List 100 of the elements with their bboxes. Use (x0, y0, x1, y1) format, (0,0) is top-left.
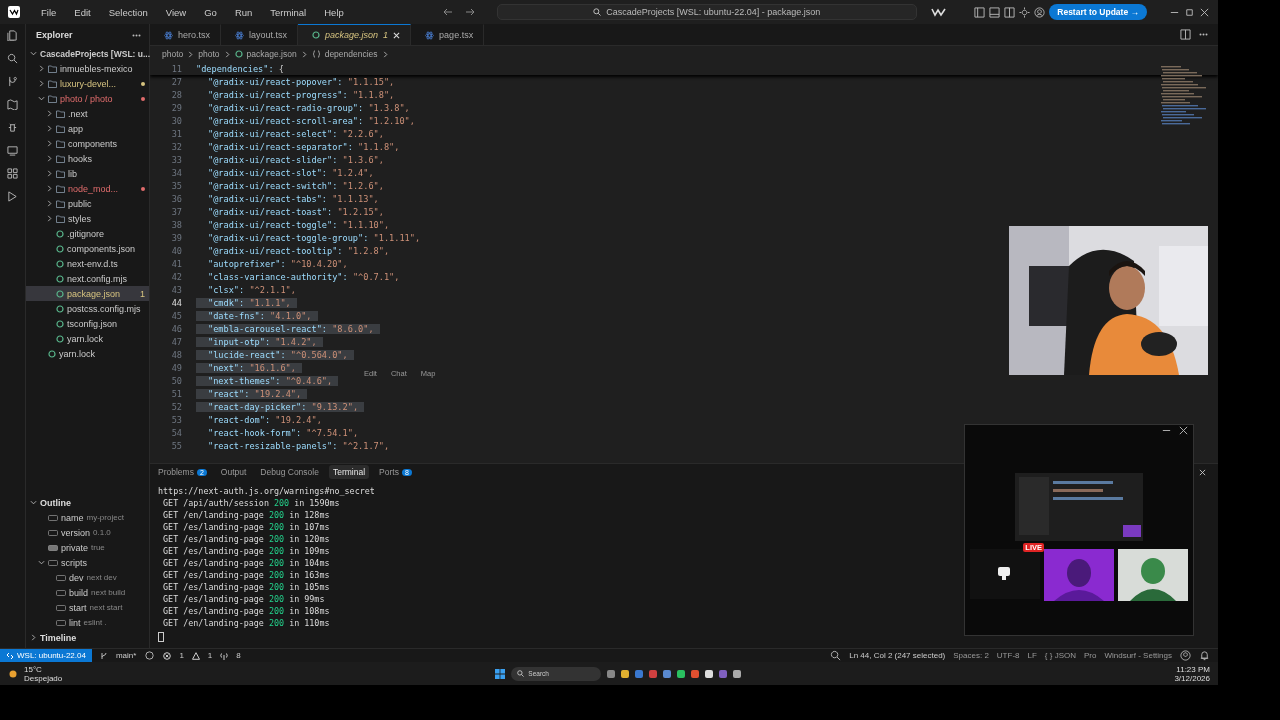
outline-header[interactable]: Outline (26, 495, 149, 510)
zoom-icon[interactable] (830, 650, 842, 661)
menu-item[interactable]: Selection (101, 6, 155, 18)
run-icon[interactable] (7, 191, 18, 202)
status-item[interactable]: Spaces: 2 (953, 651, 989, 660)
more-icon[interactable] (132, 33, 141, 37)
menu-item[interactable]: View (158, 6, 194, 18)
back-arrow-icon[interactable] (442, 7, 453, 17)
workspace-root[interactable]: CascadeProjects [WSL: u... (26, 46, 149, 61)
chevron-right-icon[interactable] (46, 185, 53, 192)
panel-tab[interactable]: Terminal (328, 465, 370, 479)
file-tree-item[interactable]: components.json (26, 241, 149, 256)
status-item[interactable]: LF (1027, 651, 1037, 660)
file-tree-item[interactable]: tsconfig.json (26, 316, 149, 331)
menu-item[interactable]: Edit (67, 6, 98, 18)
bell-icon[interactable] (1199, 650, 1210, 661)
source-control-icon[interactable] (7, 76, 18, 87)
chevron-right-icon[interactable] (223, 50, 231, 58)
chevron-right-icon[interactable] (38, 80, 45, 87)
app-logo-icon[interactable] (8, 6, 20, 18)
file-tree-item[interactable]: yarn.lock (26, 346, 149, 361)
bug-icon[interactable] (7, 122, 18, 133)
chevron-right-icon[interactable] (381, 50, 389, 58)
chevron-right-icon[interactable] (300, 50, 308, 58)
chevron-right-icon[interactable] (46, 170, 53, 177)
chevron-right-icon[interactable] (30, 634, 37, 641)
chevron-right-icon[interactable] (46, 110, 53, 117)
account-icon[interactable] (1180, 650, 1191, 661)
windsurf-logo-icon[interactable] (930, 7, 947, 17)
outline-item[interactable]: lint eslint . (26, 615, 149, 630)
status-item[interactable]: { } JSON (1044, 651, 1076, 660)
timeline-header[interactable]: Timeline (26, 630, 149, 645)
menu-item[interactable]: Terminal (263, 6, 314, 18)
chevron-right-icon[interactable] (187, 50, 195, 58)
breadcrumb[interactable]: dependencies (324, 49, 378, 59)
file-tree-item[interactable]: photo / photo (26, 91, 149, 106)
restart-to-update-button[interactable]: Restart to Update → (1049, 4, 1147, 20)
file-tree-item[interactable]: styles (26, 211, 149, 226)
outline-item[interactable]: private true (26, 540, 149, 555)
more-icon[interactable] (1199, 33, 1208, 36)
outline-item[interactable]: name my-project (26, 510, 149, 525)
chevron-right-icon[interactable] (46, 215, 53, 222)
chevron-down-icon[interactable] (38, 95, 45, 102)
file-tree-item[interactable]: components (26, 136, 149, 151)
status-item[interactable]: UTF-8 (996, 651, 1020, 660)
chevron-right-icon[interactable] (46, 125, 53, 132)
file-tree-item[interactable]: app (26, 121, 149, 136)
branch-label[interactable]: main* (115, 651, 137, 660)
file-tree-item[interactable]: inmuebles-mexico (26, 61, 149, 76)
forward-arrow-icon[interactable] (464, 7, 475, 17)
file-tree-item[interactable]: package.json 1 (26, 286, 149, 301)
file-tree-item[interactable]: .next (26, 106, 149, 121)
editor-tab[interactable]: package.json 1 (298, 24, 412, 45)
remote-icon[interactable] (7, 145, 18, 156)
cursor-position[interactable]: Ln 44, Col 2 (247 selected) (849, 651, 946, 660)
files-icon[interactable] (7, 30, 18, 41)
chevron-down-icon[interactable] (38, 559, 45, 566)
status-item[interactable]: Pro (1083, 651, 1097, 660)
windows-logo-icon[interactable] (495, 668, 506, 679)
split-layout-icon[interactable] (1004, 6, 1016, 18)
outline-item[interactable]: scripts (26, 555, 149, 570)
chevron-down-icon[interactable] (30, 50, 37, 57)
close-icon[interactable] (393, 31, 401, 39)
close-icon[interactable] (1199, 6, 1210, 18)
close-icon[interactable] (1178, 425, 1189, 436)
remote-indicator[interactable]: WSL: ubuntu-22.04 (0, 649, 92, 662)
account-icon[interactable] (1034, 6, 1046, 18)
status-item[interactable]: Windsurf - Settings (1104, 651, 1172, 660)
file-tree-item[interactable]: postcss.config.mjs (26, 301, 149, 316)
panel-toggle-icon[interactable] (989, 6, 1001, 18)
chevron-down-icon[interactable] (30, 499, 37, 506)
chevron-right-icon[interactable] (46, 200, 53, 207)
menu-item[interactable]: Go (197, 6, 224, 18)
file-tree-item[interactable]: .gitignore (26, 226, 149, 241)
map-icon[interactable] (7, 99, 18, 110)
chevron-right-icon[interactable] (46, 140, 53, 147)
menu-item[interactable]: Help (317, 6, 351, 18)
breadcrumb[interactable]: package.json (246, 49, 297, 59)
command-center[interactable]: CascadeProjects [WSL: ubuntu-22.04] - package.json (496, 4, 917, 20)
file-tree-item[interactable]: lib (26, 166, 149, 181)
file-tree-item[interactable]: yarn.lock (26, 331, 149, 346)
file-tree-item[interactable]: hooks (26, 151, 149, 166)
sidebar-toggle-icon[interactable] (974, 6, 986, 18)
file-tree-item[interactable]: next-env.d.ts (26, 256, 149, 271)
menu-item[interactable]: File (34, 6, 64, 18)
close-icon[interactable] (1199, 468, 1206, 476)
outline-item[interactable]: dev next dev (26, 570, 149, 585)
breadcrumb[interactable]: photo (162, 49, 184, 59)
panel-tab[interactable]: Output (216, 465, 251, 479)
file-tree-item[interactable]: luxury-devel... (26, 76, 149, 91)
chevron-right-icon[interactable] (38, 65, 45, 72)
file-tree-item[interactable]: next.config.mjs (26, 271, 149, 286)
search-icon[interactable] (7, 53, 18, 64)
file-tree-item[interactable]: public (26, 196, 149, 211)
outline-item[interactable]: start next start (26, 600, 149, 615)
chevron-right-icon[interactable] (46, 155, 53, 162)
outline-item[interactable]: version 0.1.0 (26, 525, 149, 540)
breadcrumb[interactable]: photo (198, 49, 220, 59)
outline-item[interactable]: build next build (26, 585, 149, 600)
file-tree-item[interactable]: node_mod... (26, 181, 149, 196)
